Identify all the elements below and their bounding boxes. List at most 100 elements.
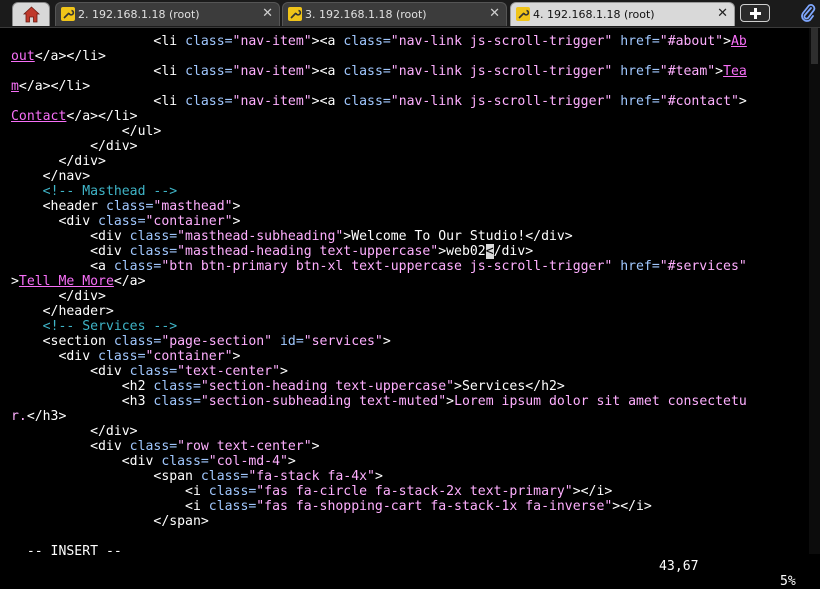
code-token: > (280, 364, 288, 379)
code-token: class= (208, 499, 257, 514)
code-token: "masthead-subheading" (177, 229, 344, 244)
code-token: r. (11, 409, 27, 424)
editor-line[interactable]: <h2 class="section-heading text-uppercas… (11, 379, 807, 394)
editor-line[interactable]: <a class="btn btn-primary btn-xl text-up… (11, 259, 807, 274)
editor-line[interactable]: <li class="nav-item"><a class="nav-link … (11, 34, 807, 49)
code-token: > (232, 199, 241, 214)
editor-line[interactable]: <div class="masthead-heading text-upperc… (11, 244, 807, 259)
editor-line[interactable]: </ul> (11, 124, 807, 139)
code-token: <div (11, 229, 130, 244)
code-token: > (723, 34, 731, 49)
editor-line[interactable]: <div class="row text-center"> (11, 439, 807, 454)
editor-line[interactable]: r.</h3> (11, 409, 807, 424)
code-token: class= (129, 244, 178, 259)
code-token: class= (185, 64, 233, 79)
code-token: "nav-link js-scroll-trigger" (390, 94, 621, 109)
code-token: "fas fa-shopping-cart fa-stack-1x fa-inv… (256, 499, 613, 514)
code-token: "container" (145, 214, 233, 229)
code-token: class= (343, 34, 391, 49)
close-icon[interactable]: ✕ (262, 6, 273, 21)
editor-line[interactable]: <header class="masthead"> (11, 199, 807, 214)
code-token: out (11, 49, 35, 64)
editor-line[interactable]: <span class="fa-stack fa-4x"> (11, 469, 807, 484)
editor-line[interactable]: </div> (11, 424, 807, 439)
code-token: <li (153, 34, 186, 49)
editor-line[interactable]: <h3 class="section-subheading text-muted… (11, 394, 807, 409)
tab-session-4[interactable]: 4. 192.168.1.18 (root) ✕ (510, 2, 735, 26)
editor-line[interactable]: <!-- Masthead --> (11, 184, 807, 199)
mode-indicator: -- INSERT -- (26, 544, 122, 559)
editor-line[interactable]: <i class="fas fa-circle fa-stack-2x text… (11, 484, 807, 499)
editor-line[interactable]: <!-- Services --> (11, 319, 807, 334)
scrollbar-thumb[interactable] (811, 28, 818, 64)
code-token: >Services</h2> (454, 379, 565, 394)
tab-title: 3. 192.168.1.18 (root) (305, 8, 427, 21)
code-token: class= (129, 439, 178, 454)
editor-line[interactable]: >Tell Me More</a> (11, 274, 807, 289)
plus-icon (750, 8, 761, 19)
editor-line[interactable]: </div> (11, 139, 807, 154)
code-token: > (374, 469, 383, 484)
close-icon[interactable]: ✕ (717, 6, 728, 21)
editor-line[interactable]: </div> (11, 289, 807, 304)
new-tab-button[interactable] (740, 4, 770, 22)
code-token: <i (11, 499, 209, 514)
code-token: > (738, 94, 747, 109)
code-token: </nav> (11, 169, 91, 184)
editor-line[interactable]: <div class="container"> (11, 214, 807, 229)
editor-line[interactable]: <section class="page-section" id="servic… (11, 334, 807, 349)
editor-line[interactable]: </span> (11, 514, 807, 529)
code-token: <div (11, 439, 130, 454)
code-token: class= (153, 394, 201, 409)
code-token: class= (208, 484, 257, 499)
code-token: </ul> (11, 124, 162, 139)
tab-session-3[interactable]: 3. 192.168.1.18 (root) ✕ (282, 2, 507, 26)
editor-line[interactable]: <li class="nav-item"><a class="nav-link … (11, 64, 807, 79)
paperclip-icon[interactable] (800, 3, 816, 23)
code-token: "masthead-heading text-uppercase" (177, 244, 439, 259)
status-line: -- INSERT -- 43,67 5% (11, 529, 807, 589)
code-token: m (11, 79, 19, 94)
editor-line[interactable]: </header> (11, 304, 807, 319)
code-token: "fa-stack fa-4x" (248, 469, 375, 484)
editor-line[interactable]: out</a></li> (11, 49, 807, 64)
code-token: ><a (311, 64, 344, 79)
code-token: class= (185, 94, 233, 109)
code-token: "services" (303, 334, 383, 349)
editor-line[interactable]: Contact</a></li> (11, 109, 807, 124)
code-token: class= (129, 364, 178, 379)
editor-line[interactable]: </div> (11, 154, 807, 169)
editor-line[interactable]: <div class="container"> (11, 349, 807, 364)
editor-line[interactable]: m</a></li> (11, 79, 807, 94)
editor-line[interactable]: <div class="text-center"> (11, 364, 807, 379)
close-icon[interactable]: ✕ (489, 6, 500, 21)
code-token: </a></li> (34, 49, 106, 64)
code-token: "col-md-4" (208, 454, 288, 469)
code-token: </a> (113, 274, 146, 289)
editor-line[interactable]: <li class="nav-item"><a class="nav-link … (11, 94, 807, 109)
code-token: ><a (311, 94, 344, 109)
editor-line[interactable]: <div class="masthead-subheading">Welcome… (11, 229, 807, 244)
code-token: <div (11, 454, 162, 469)
editor-line[interactable]: </nav> (11, 169, 807, 184)
editor-line[interactable]: <div class="col-md-4"> (11, 454, 807, 469)
code-token: <div (11, 349, 99, 364)
code-token: <div (11, 214, 99, 229)
code-token: <li (153, 94, 186, 109)
code-token: > (311, 439, 320, 454)
scrollbar[interactable] (809, 28, 820, 554)
code-token: /div> (493, 244, 534, 259)
code-token: href= (620, 94, 660, 109)
code-token: </div> (11, 424, 138, 439)
home-button[interactable] (12, 2, 50, 26)
tab-session-2[interactable]: 2. 192.168.1.18 (root) ✕ (55, 2, 280, 26)
code-token: >Welcome To Our Studio!</div> (343, 229, 573, 244)
code-token: <div (11, 244, 130, 259)
code-token: class= (105, 199, 154, 214)
tab-title: 4. 192.168.1.18 (root) (533, 8, 655, 21)
terminal-editor[interactable]: <li class="nav-item"><a class="nav-link … (11, 34, 807, 529)
code-token: <section (11, 334, 114, 349)
scroll-percent: 5% (780, 574, 796, 589)
editor-line[interactable]: <i class="fas fa-shopping-cart fa-stack-… (11, 499, 807, 514)
